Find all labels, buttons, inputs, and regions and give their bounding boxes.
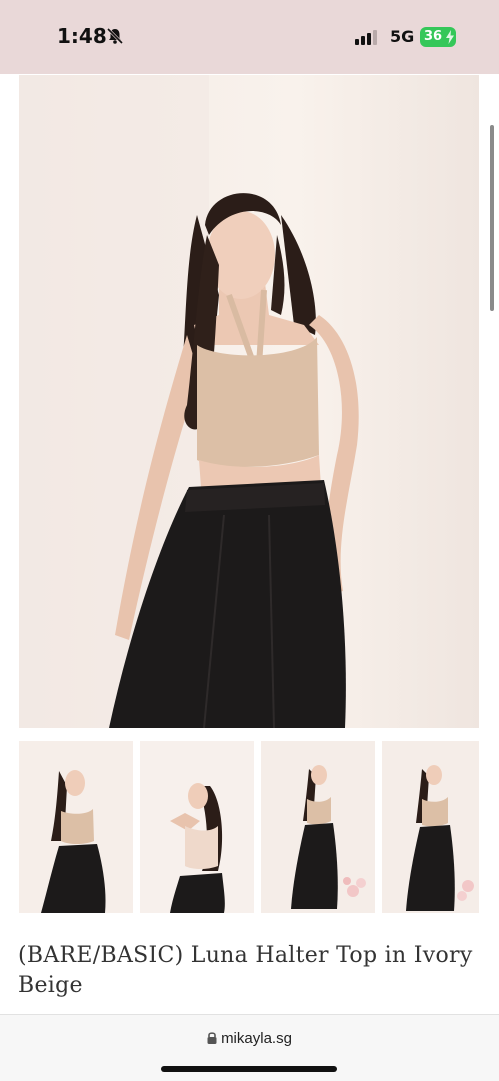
lock-icon <box>207 1032 217 1044</box>
signal-icon <box>355 29 381 50</box>
thumbnail-1[interactable] <box>19 741 133 913</box>
thumbnail-2[interactable] <box>140 741 254 913</box>
url-display[interactable]: mikayla.sg <box>0 1030 499 1047</box>
scrollbar[interactable] <box>490 125 494 311</box>
product-title: (BARE/BASIC) Luna Halter Top in Ivory Be… <box>18 943 473 998</box>
battery-level: 36 <box>424 29 443 44</box>
bolt-icon <box>446 30 454 44</box>
browser-url-bar[interactable]: mikayla.sg <box>0 1014 499 1081</box>
network-type: 5G <box>390 27 415 46</box>
battery-indicator: 36 <box>420 27 456 47</box>
home-indicator[interactable] <box>161 1066 337 1072</box>
thumbnail-4[interactable] <box>382 741 479 913</box>
bell-slash-icon <box>106 27 124 50</box>
status-bar: 1:48 5G 36 <box>0 0 499 74</box>
product-main-image[interactable] <box>19 75 479 728</box>
status-time: 1:48 <box>57 24 107 48</box>
model-photo <box>19 75 479 728</box>
url-text: mikayla.sg <box>221 1030 292 1047</box>
thumbnail-3[interactable] <box>261 741 375 913</box>
